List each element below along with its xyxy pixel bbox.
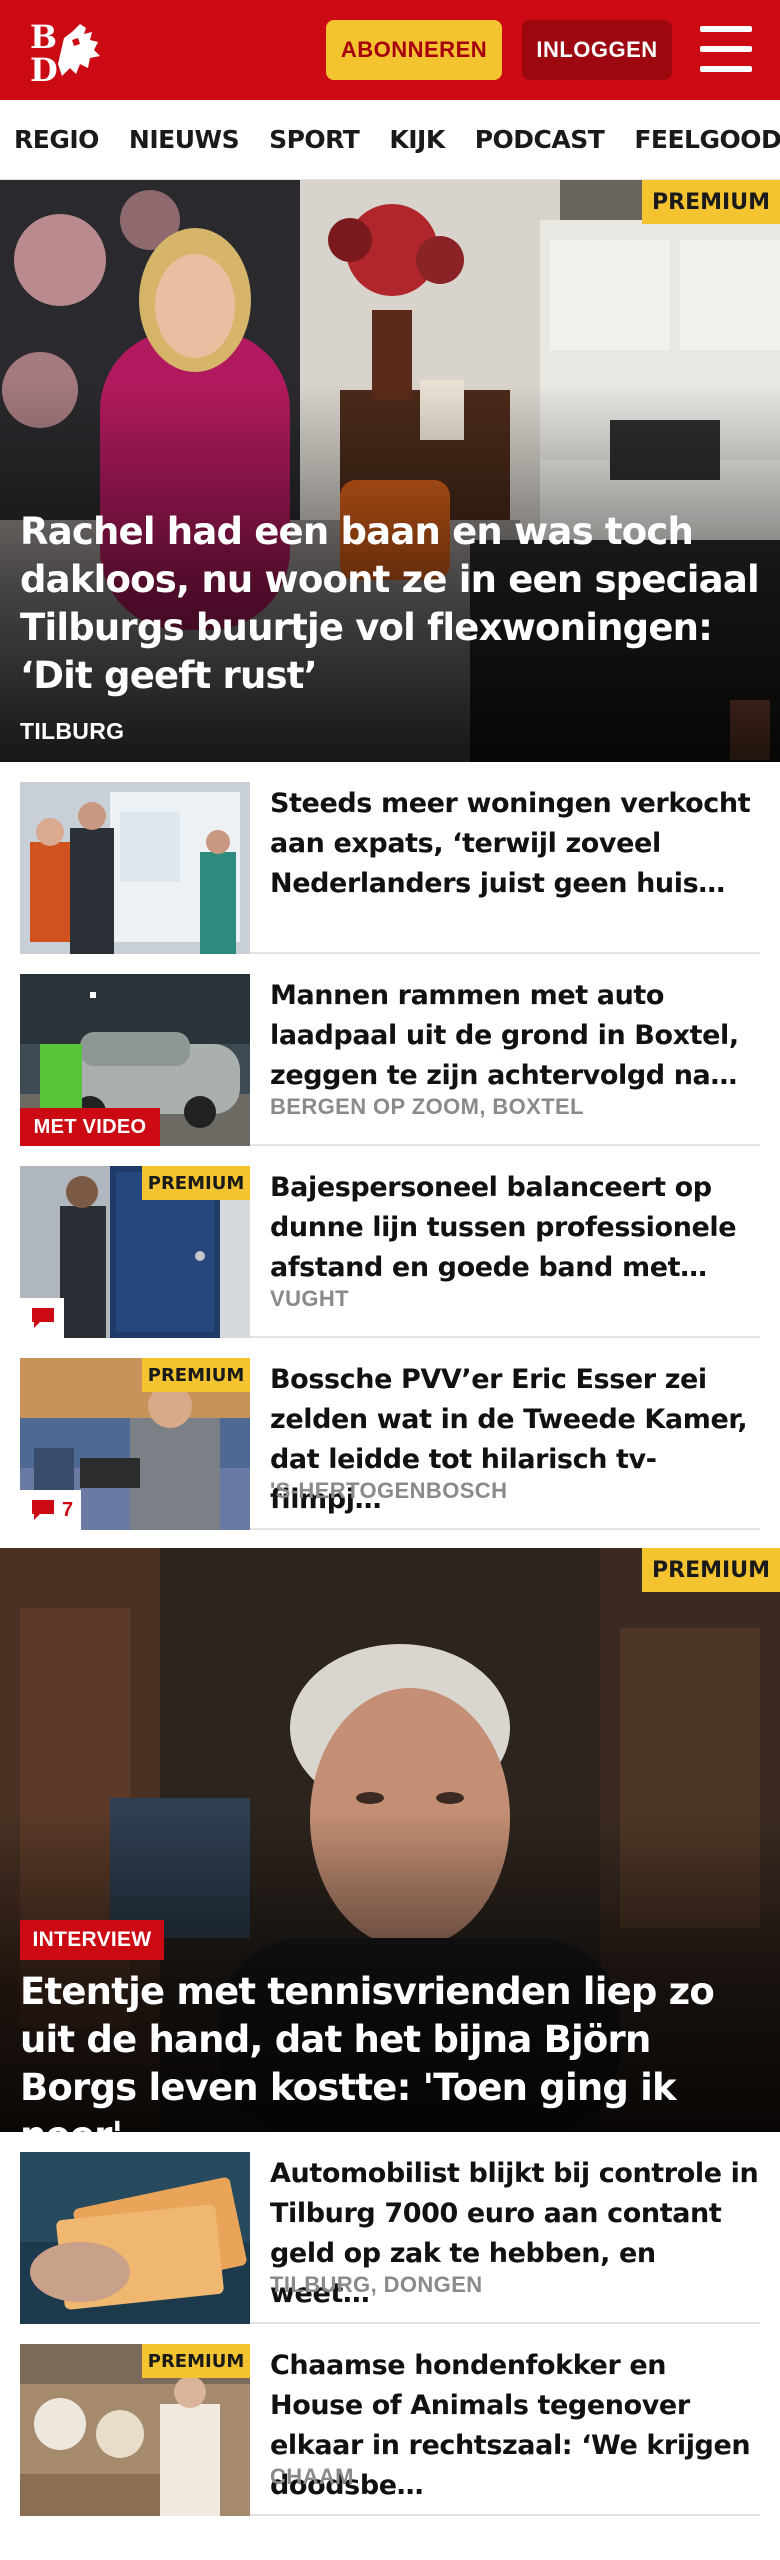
premium-badge: PREMIUM <box>642 180 780 224</box>
article-headline[interactable]: Mannen rammen met auto laadpaal uit de g… <box>270 976 760 1096</box>
article-thumbnail: PREMIUM 7 <box>20 1358 250 1530</box>
list-item[interactable]: Steeds meer woningen verkocht aan expats… <box>20 762 760 954</box>
section-nav: REGIO NIEUWS SPORT KIJK PODCAST FEELGOOD <box>0 100 780 180</box>
list-item[interactable]: PREMIUM Chaamse hondenfokker en House of… <box>20 2324 760 2516</box>
subscribe-button[interactable]: ABONNEREN <box>326 20 502 80</box>
article-location: 'S-HERTOGENBOSCH <box>270 1478 508 1503</box>
premium-badge: PREMIUM <box>642 1548 780 1592</box>
premium-badge: PREMIUM <box>142 1166 250 1200</box>
article-location: TILBURG, DONGEN <box>270 2272 483 2297</box>
site-header: B D ABONNEREN INLOGGEN <box>0 0 780 100</box>
hero-headline[interactable]: Rachel had een baan en was toch dakloos,… <box>20 508 760 700</box>
list-item[interactable]: PREMIUM Bajespersoneel balanceert op dun… <box>20 1146 760 1338</box>
premium-badge: PREMIUM <box>142 2344 250 2378</box>
comment-badge[interactable]: 7 <box>20 1490 82 1530</box>
article-thumbnail <box>20 2152 250 2324</box>
hero-article[interactable]: PREMIUM Rachel had een baan en was toch … <box>0 180 780 762</box>
hero-location: TILBURG <box>20 718 125 744</box>
article-thumbnail <box>20 782 250 954</box>
login-button[interactable]: INLOGGEN <box>522 20 672 80</box>
nav-item-podcast[interactable]: PODCAST <box>475 125 605 154</box>
article-thumbnail: PREMIUM <box>20 1166 250 1338</box>
nav-item-kijk[interactable]: KIJK <box>389 125 445 154</box>
comment-badge[interactable] <box>20 1298 64 1338</box>
bd-logo[interactable]: B D <box>28 18 120 89</box>
feature-headline[interactable]: Etentje met tennisvrienden liep zo uit d… <box>20 1968 760 2132</box>
article-location: VUGHT <box>270 1286 349 1311</box>
comment-count: 7 <box>62 1498 74 1521</box>
list-item[interactable]: PREMIUM 7 Bossche PVV’er Eric Esser zei … <box>20 1338 760 1530</box>
feature-article[interactable]: PREMIUM INTERVIEW Etentje met tennisvrie… <box>0 1548 780 2132</box>
nav-item-regio[interactable]: REGIO <box>14 125 99 154</box>
article-thumbnail: MET VIDEO <box>20 974 250 1146</box>
hamburger-icon[interactable] <box>700 26 752 72</box>
nav-item-feelgood[interactable]: FEELGOOD <box>634 125 780 154</box>
comment-icon <box>32 1500 54 1520</box>
comment-icon <box>32 1308 54 1328</box>
premium-badge: PREMIUM <box>142 1358 250 1392</box>
article-headline[interactable]: Bajespersoneel balanceert op dunne lijn … <box>270 1168 760 1288</box>
list-item[interactable]: MET VIDEO Mannen rammen met auto laadpaa… <box>20 954 760 1146</box>
article-headline[interactable]: Steeds meer woningen verkocht aan expats… <box>270 784 760 904</box>
interview-badge: INTERVIEW <box>20 1920 164 1960</box>
list-item[interactable]: Automobilist blijkt bij controle in Tilb… <box>20 2132 760 2324</box>
svg-text:D: D <box>30 51 58 84</box>
article-location: BERGEN OP ZOOM, BOXTEL <box>270 1094 584 1119</box>
article-location: CHAAM <box>270 2464 354 2489</box>
nav-item-sport[interactable]: SPORT <box>269 125 360 154</box>
nav-item-nieuws[interactable]: NIEUWS <box>129 125 240 154</box>
video-badge: MET VIDEO <box>20 1108 160 1146</box>
article-thumbnail: PREMIUM <box>20 2344 250 2516</box>
